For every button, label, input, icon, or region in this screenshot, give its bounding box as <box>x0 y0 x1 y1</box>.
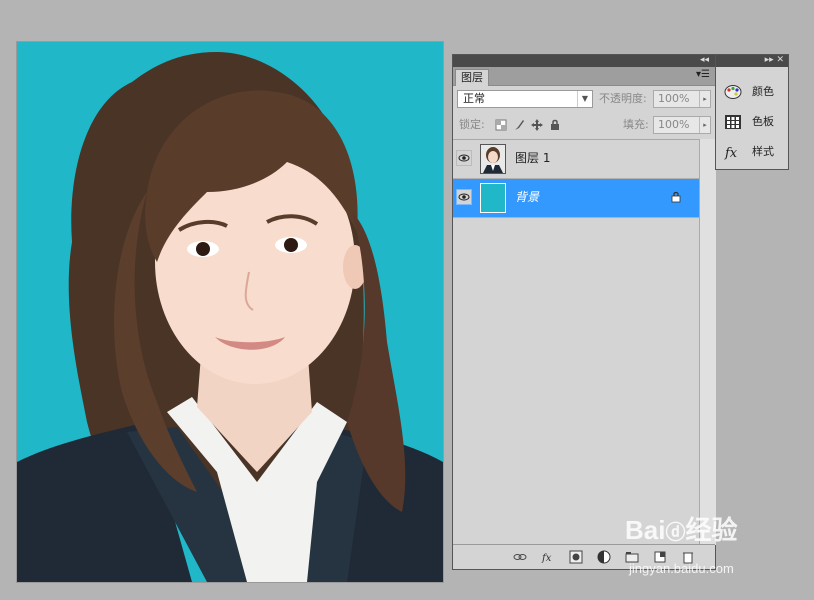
opacity-value: 100% <box>658 92 690 105</box>
side-panel-dock: ▸▸ ✕ 颜色 色板 fx 样式 <box>715 54 789 170</box>
panel-titlebar[interactable]: ◂◂ <box>453 55 715 67</box>
expand-close-icon[interactable]: ▸▸ ✕ <box>765 54 784 66</box>
lock-transparent-icon[interactable] <box>495 119 507 131</box>
layer-row-layer1[interactable]: 图层 1 <box>453 140 699 179</box>
layers-scrollbar[interactable] <box>699 139 716 545</box>
visibility-eye-icon[interactable] <box>456 150 472 166</box>
fill-label: 填充: <box>623 118 649 131</box>
lock-move-icon[interactable] <box>531 119 543 131</box>
lock-fill-row: 锁定: 填充: 100% ▸ <box>453 113 715 137</box>
watermark-brand: Baiⓓ经验 <box>625 515 738 545</box>
layer-name: 背景 <box>515 190 540 204</box>
portrait-image <box>17 42 443 582</box>
tab-layers[interactable]: 图层 <box>455 69 489 86</box>
chevron-right-icon[interactable]: ▸ <box>699 91 710 107</box>
layers-panel: ◂◂ 图层 ▾☰ 正常 ▼ 不透明度: 100% ▸ 锁定: 填充: 100% … <box>452 54 716 570</box>
fill-value: 100% <box>658 118 690 131</box>
side-item-color[interactable]: 颜色 <box>722 81 786 103</box>
opacity-input[interactable]: 100% ▸ <box>653 90 711 108</box>
padlock-icon <box>671 191 681 203</box>
layers-list: 图层 1 背景 <box>453 139 699 546</box>
mask-icon[interactable] <box>569 550 583 564</box>
lock-brush-icon[interactable] <box>513 119 525 131</box>
layer-name: 图层 1 <box>515 151 551 165</box>
blend-opacity-row: 正常 ▼ 不透明度: 100% ▸ <box>453 87 715 111</box>
document-canvas[interactable] <box>17 42 443 582</box>
side-item-label: 颜色 <box>752 85 774 98</box>
side-item-label: 色板 <box>752 115 774 128</box>
layer-thumbnail-fill <box>480 183 506 213</box>
fx-style-icon: fx <box>724 146 738 160</box>
fx-icon[interactable]: fx <box>541 550 555 564</box>
swatches-icon <box>725 115 741 129</box>
side-item-styles[interactable]: fx 样式 <box>722 141 786 163</box>
blend-mode-select[interactable]: 正常 ▼ <box>457 90 593 108</box>
visibility-eye-icon[interactable] <box>456 189 472 205</box>
layer-thumbnail-portrait <box>480 144 506 174</box>
lock-label: 锁定: <box>459 118 485 131</box>
layer-row-background[interactable]: 背景 <box>453 179 699 218</box>
side-item-label: 样式 <box>752 145 774 158</box>
adjustment-icon[interactable] <box>597 550 611 564</box>
side-item-swatches[interactable]: 色板 <box>722 111 786 133</box>
svg-text:fx: fx <box>724 146 738 160</box>
collapse-panel-icon[interactable]: ◂◂ <box>700 54 709 66</box>
panel-menu-icon[interactable]: ▾☰ <box>696 69 710 80</box>
link-icon[interactable] <box>513 550 527 564</box>
lock-all-icon[interactable] <box>549 119 561 131</box>
svg-text:fx: fx <box>541 553 552 564</box>
side-panel-titlebar[interactable]: ▸▸ ✕ <box>716 55 788 67</box>
chevron-right-icon[interactable]: ▸ <box>699 117 710 133</box>
panel-tabrow: 图层 ▾☰ <box>453 67 715 86</box>
fill-input[interactable]: 100% ▸ <box>653 116 711 134</box>
watermark-url: jingyan.baidu.com <box>629 561 734 576</box>
baidu-watermark: Baiⓓ经验 jingyan.baidu.com <box>625 515 805 585</box>
palette-icon <box>724 85 742 99</box>
blend-mode-value: 正常 <box>463 92 485 105</box>
opacity-label: 不透明度: <box>599 92 647 105</box>
chevron-down-icon: ▼ <box>577 91 592 107</box>
